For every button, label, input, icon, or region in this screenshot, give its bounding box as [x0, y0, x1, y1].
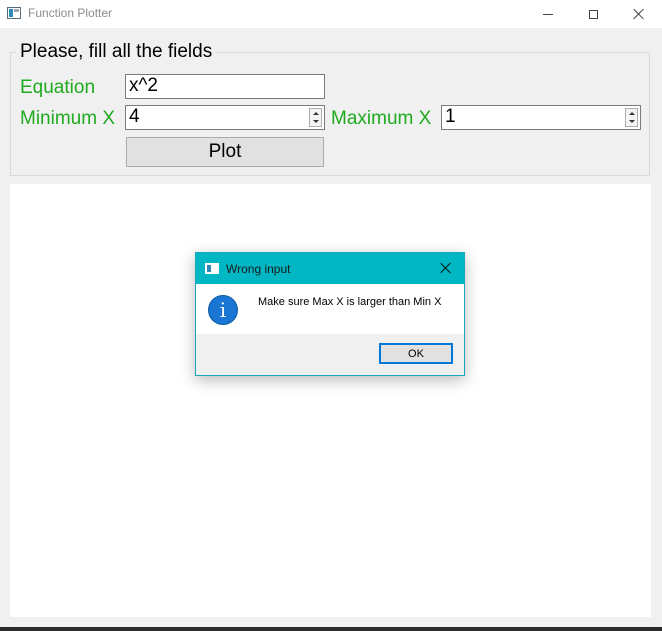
group-title: Please, fill all the fields [16, 41, 217, 63]
dialog-close-icon[interactable] [438, 260, 454, 276]
function-plotter-window: Function Plotter Please, fill all the fi… [0, 0, 662, 631]
info-icon: i [208, 295, 238, 325]
minimize-button[interactable] [525, 0, 571, 28]
minimize-icon [543, 13, 553, 15]
max-x-spin-buttons[interactable] [625, 108, 638, 127]
dialog-message: Make sure Max X is larger than Min X [258, 296, 442, 308]
ok-button[interactable]: OK [379, 343, 453, 364]
close-button[interactable] [616, 0, 662, 28]
bottom-edge [0, 627, 662, 631]
window-title: Function Plotter [28, 6, 113, 20]
spin-down-icon[interactable] [629, 120, 635, 123]
dialog-body: i Make sure Max X is larger than Min X [196, 284, 464, 334]
equation-label: Equation [20, 77, 96, 98]
dialog-titlebar[interactable]: Wrong input [196, 253, 464, 284]
equation-input[interactable]: x^2 [125, 74, 325, 99]
maximize-button[interactable] [570, 0, 616, 28]
plot-button[interactable]: Plot [126, 137, 324, 167]
min-x-value: 4 [129, 106, 140, 127]
min-x-label: Minimum X [20, 108, 116, 129]
equation-input-value: x^2 [129, 75, 158, 96]
spin-up-icon[interactable] [629, 112, 635, 115]
max-x-spinbox[interactable]: 1 [441, 105, 641, 130]
min-x-spin-buttons[interactable] [309, 108, 322, 127]
dialog-app-icon [205, 263, 219, 274]
close-icon [633, 8, 645, 20]
max-x-value: 1 [445, 106, 456, 127]
min-x-spinbox[interactable]: 4 [125, 105, 325, 130]
window-titlebar[interactable]: Function Plotter [0, 0, 662, 28]
app-icon [7, 7, 21, 19]
spin-down-icon[interactable] [313, 120, 319, 123]
wrong-input-dialog: Wrong input i Make sure Max X is larger … [195, 252, 465, 376]
spin-up-icon[interactable] [313, 112, 319, 115]
plot-canvas [10, 184, 651, 617]
dialog-title: Wrong input [226, 262, 291, 276]
max-x-label: Maximum X [331, 108, 432, 129]
maximize-icon [588, 9, 598, 19]
